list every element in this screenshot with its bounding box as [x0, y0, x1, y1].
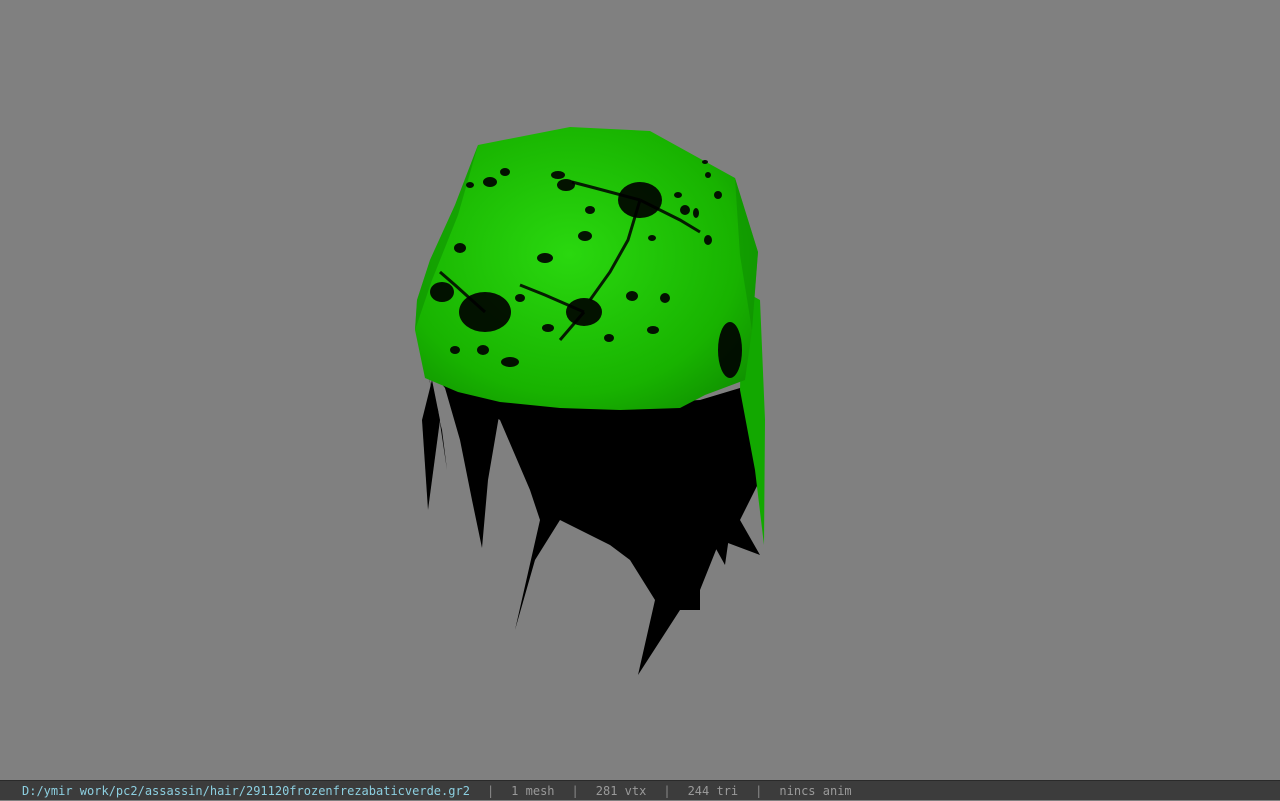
animation-status: nincs anim [779, 784, 852, 798]
green-cap [415, 127, 758, 410]
triangle-count: 244 tri [687, 784, 739, 798]
separator: | [571, 784, 579, 798]
hair-model-render [415, 127, 765, 675]
hair-strands [422, 372, 760, 675]
file-path: D:/ymir work/pc2/assassin/hair/291120fro… [22, 784, 470, 798]
3d-viewport[interactable] [0, 0, 1280, 780]
mesh-count: 1 mesh [511, 784, 555, 798]
separator: | [663, 784, 671, 798]
separator: | [755, 784, 763, 798]
status-bar: D:/ymir work/pc2/assassin/hair/291120fro… [0, 780, 1280, 800]
separator: | [486, 784, 495, 798]
vertex-count: 281 vtx [595, 784, 647, 798]
